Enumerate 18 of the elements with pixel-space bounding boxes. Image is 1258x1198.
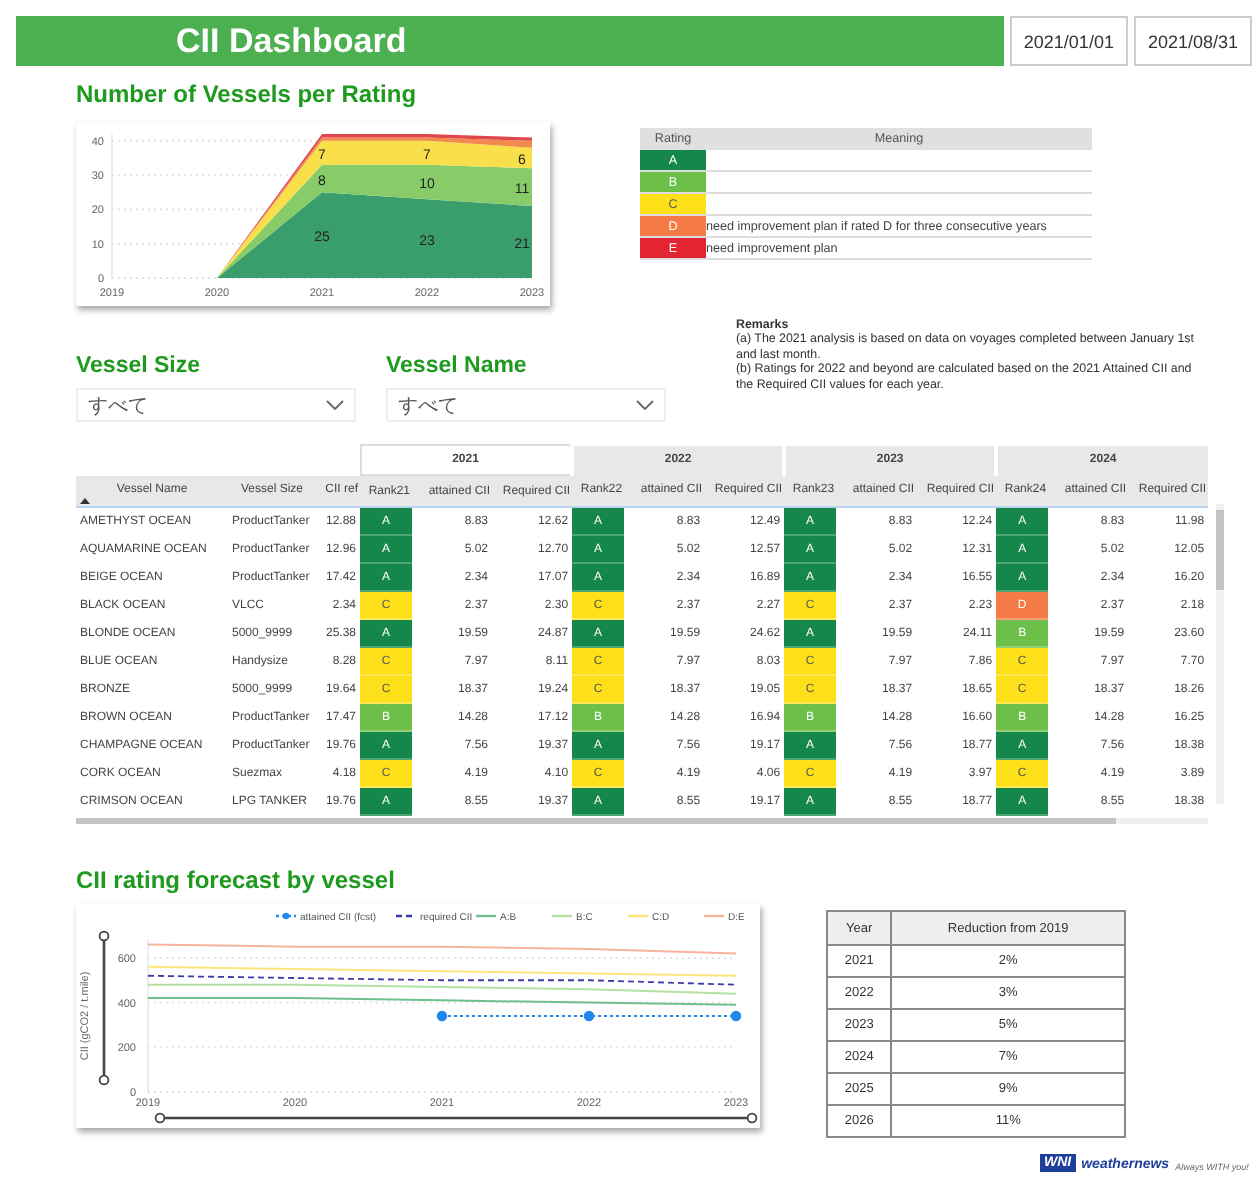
dropdown[interactable]: すべて — [76, 388, 356, 422]
dropdown[interactable]: すべて — [386, 388, 666, 422]
scrollbar[interactable] — [1216, 504, 1224, 804]
data-point — [730, 1010, 742, 1022]
date-field[interactable]: 2021/01/01 — [1009, 16, 1128, 66]
filter-label: Vessel Size — [76, 354, 203, 378]
filter-label: Vessel Name — [386, 354, 529, 378]
dashboard-title: CII Dashboard — [176, 21, 407, 61]
data-point — [583, 1010, 595, 1022]
range-slider[interactable] — [98, 930, 110, 1086]
date-field[interactable]: 2021/08/31 — [1133, 16, 1252, 66]
data-point — [436, 1010, 448, 1022]
chevron-icon — [326, 400, 344, 410]
section-title: CII rating forecast by vessel — [76, 866, 397, 894]
range-slider[interactable] — [154, 1112, 758, 1124]
chevron-icon — [636, 400, 654, 410]
section-title: Number of Vessels per Rating — [76, 80, 419, 108]
scrollbar[interactable] — [76, 818, 1208, 824]
